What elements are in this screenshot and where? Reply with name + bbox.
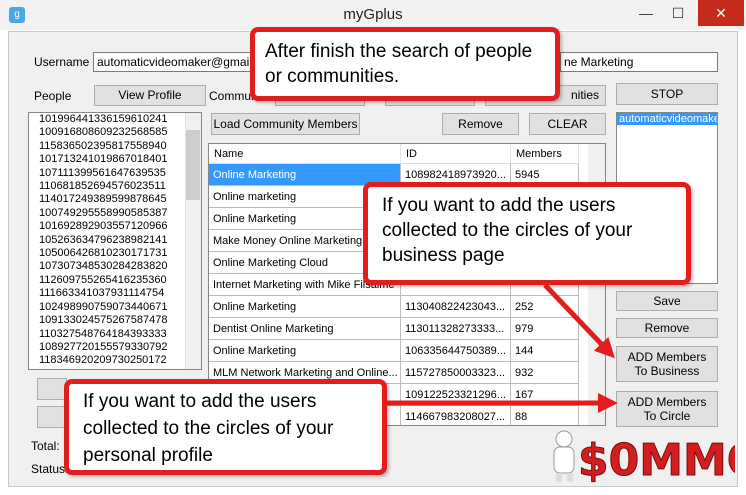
watermark-text: $0MMO	[578, 435, 735, 485]
annotation-arrows	[387, 283, 618, 413]
watermark-logo: $0MMO	[540, 425, 746, 487]
mascot-icon	[553, 430, 575, 482]
arrow-to-business-button	[543, 283, 615, 359]
